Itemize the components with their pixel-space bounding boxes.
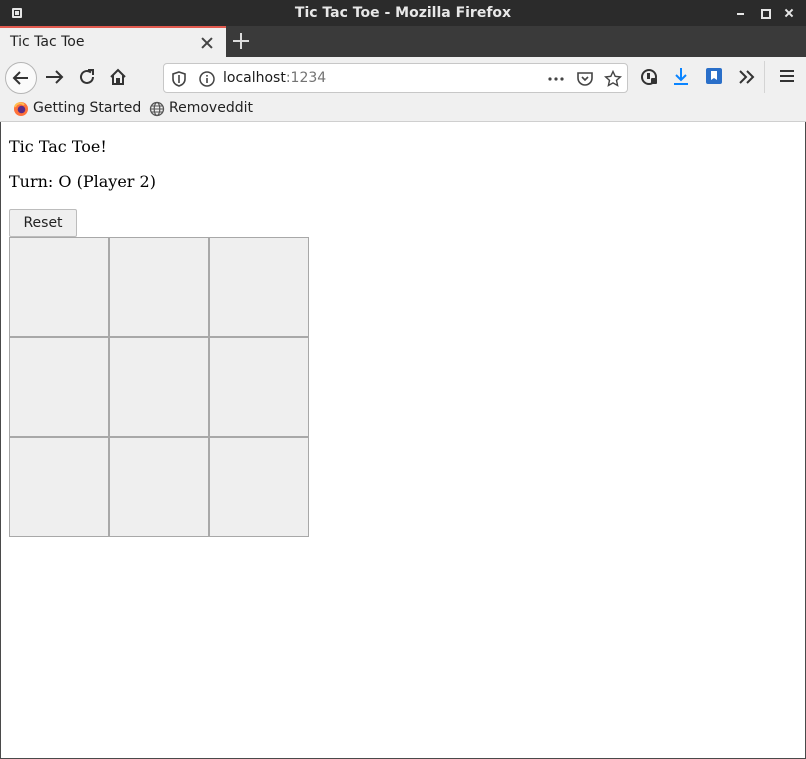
maximize-icon[interactable] (758, 6, 772, 20)
extension-icon[interactable] (638, 65, 666, 93)
board-cell-2[interactable] (109, 237, 209, 337)
back-icon[interactable] (5, 62, 37, 94)
download-icon[interactable] (670, 65, 698, 93)
bookmark-label: Getting Started (33, 100, 142, 116)
turn-indicator: Turn: O (Player 2) (9, 172, 156, 191)
new-tab-icon[interactable] (232, 32, 250, 50)
bookmark-icon[interactable] (703, 65, 731, 93)
globe-icon (149, 101, 165, 117)
board-cell-1[interactable] (9, 237, 109, 337)
menu-icon[interactable] (776, 65, 804, 93)
home-icon[interactable] (104, 63, 132, 91)
board-cell-8[interactable] (109, 437, 209, 537)
bookmark-removeddit[interactable]: Removeddit (149, 100, 259, 118)
shield-icon[interactable] (170, 70, 188, 88)
url-bar[interactable]: localhost:1234 (163, 63, 628, 93)
board-cell-3[interactable] (209, 237, 309, 337)
window-title: Tic Tac Toe - Mozilla Firefox (294, 5, 512, 21)
star-icon[interactable] (603, 69, 623, 88)
firefox-icon (13, 101, 29, 117)
board-cell-5[interactable] (109, 337, 209, 437)
overflow-icon[interactable] (735, 65, 763, 93)
game-board (9, 237, 309, 537)
minimize-icon[interactable] (734, 6, 748, 20)
more-icon[interactable] (547, 70, 565, 88)
board-cell-6[interactable] (209, 337, 309, 437)
reset-button[interactable]: Reset (9, 209, 77, 237)
pocket-icon[interactable] (576, 70, 594, 88)
forward-icon[interactable] (40, 63, 68, 91)
tab-tic-tac-toe[interactable]: Tic Tac Toe (0, 26, 226, 57)
tab-strip: Tic Tac Toe (0, 26, 806, 57)
page-content: Tic Tac Toe! Turn: O (Player 2) Reset (1, 122, 805, 758)
board-cell-9[interactable] (209, 437, 309, 537)
bookmarks-toolbar: Getting Started Removeddit (0, 97, 806, 122)
window-titlebar: Tic Tac Toe - Mozilla Firefox (0, 0, 806, 26)
window-close-icon[interactable] (782, 6, 796, 20)
url-text[interactable]: localhost:1234 (223, 70, 326, 86)
bookmark-getting-started[interactable]: Getting Started (13, 100, 153, 118)
window-border (0, 122, 1, 759)
toolbar-separator (764, 61, 765, 93)
info-icon[interactable] (198, 70, 216, 88)
board-cell-7[interactable] (9, 437, 109, 537)
bookmark-label: Removeddit (169, 100, 253, 116)
page-heading: Tic Tac Toe! (9, 137, 107, 156)
board-cell-4[interactable] (9, 337, 109, 437)
tab-close-icon[interactable] (199, 35, 215, 51)
tab-label: Tic Tac Toe (10, 34, 85, 50)
navigation-toolbar: localhost:1234 (0, 57, 806, 97)
reload-icon[interactable] (73, 63, 101, 91)
